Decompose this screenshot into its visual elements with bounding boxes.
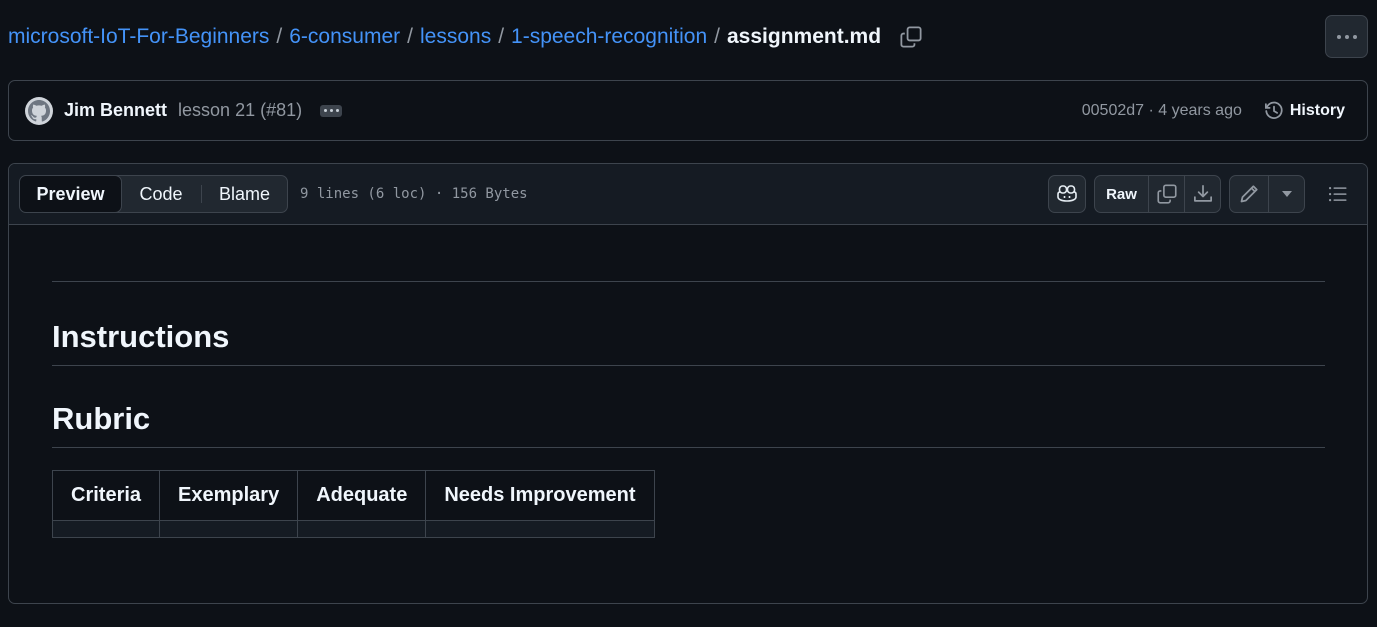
download-icon	[1193, 185, 1212, 202]
expand-commit-message-button[interactable]	[320, 104, 343, 117]
table-header-criteria: Criteria	[51, 470, 161, 521]
table-row	[51, 520, 655, 538]
copilot-button[interactable]	[1048, 175, 1086, 213]
commit-author[interactable]: Jim Bennett	[64, 100, 167, 121]
commit-details: 00502d7 · 4 years ago History	[1082, 101, 1351, 121]
breadcrumb-separator: /	[276, 25, 283, 48]
breadcrumb-current-file: assignment.md	[727, 25, 882, 48]
copy-icon	[1156, 184, 1177, 204]
github-avatar-icon	[28, 99, 50, 121]
pencil-icon	[1240, 185, 1258, 203]
copilot-icon	[1057, 185, 1077, 202]
table-header-needs-improvement: Needs Improvement	[425, 470, 655, 521]
breadcrumb-separator: /	[714, 25, 720, 48]
breadcrumb-separator: /	[498, 25, 505, 48]
table-cell	[425, 520, 655, 538]
table-cell	[51, 520, 161, 538]
file-actions: Raw	[1048, 175, 1357, 213]
edit-file-button[interactable]	[1230, 176, 1268, 212]
breadcrumb-folder-6-consumer[interactable]: 6-consumer	[289, 25, 400, 49]
view-mode-segmented-control: Preview Code Blame	[19, 175, 288, 213]
triangle-down-icon	[1281, 191, 1292, 197]
ellipsis-dot	[335, 109, 339, 112]
outline-toggle-button[interactable]	[1319, 175, 1357, 213]
heading-rubric: Rubric	[52, 366, 1325, 448]
tab-preview[interactable]: Preview	[20, 176, 122, 212]
kebab-horizontal-icon	[1336, 34, 1357, 39]
table-cell	[297, 520, 427, 538]
copy-path-button[interactable]	[899, 25, 923, 49]
file-viewer: Preview Code Blame 9 lines (6 loc) · 156…	[8, 163, 1368, 604]
raw-copy-download-group: Raw	[1094, 175, 1221, 213]
copy-raw-button[interactable]	[1148, 176, 1184, 212]
tab-code[interactable]: Code	[121, 176, 201, 212]
more-options-button[interactable]	[1325, 15, 1368, 58]
history-icon	[1264, 101, 1283, 119]
file-info: 9 lines (6 loc) · 156 Bytes	[300, 186, 528, 202]
breadcrumb-folder-speech-recognition[interactable]: 1-speech-recognition	[511, 25, 707, 49]
edit-dropdown-button[interactable]	[1268, 176, 1304, 212]
markdown-body: Instructions Rubric Criteria Exemplary A…	[51, 226, 1325, 538]
ellipsis-dot	[329, 109, 333, 112]
heading-instructions: Instructions	[52, 282, 1325, 366]
download-button[interactable]	[1184, 176, 1220, 212]
breadcrumb: microsoft-IoT-For-Beginners / 6-consumer…	[8, 22, 923, 52]
commit-message[interactable]: lesson 21 (#81)	[178, 100, 302, 121]
table-cell	[159, 520, 299, 538]
raw-label: Raw	[1106, 185, 1137, 203]
rubric-table: Criteria Exemplary Adequate Needs Improv…	[51, 470, 655, 538]
latest-commit-bar: Jim Bennett lesson 21 (#81) 00502d7 · 4 …	[8, 80, 1368, 141]
list-unordered-icon	[1329, 187, 1347, 202]
commit-sha-and-time[interactable]: 00502d7 · 4 years ago	[1082, 102, 1242, 120]
table-header-row: Criteria Exemplary Adequate Needs Improv…	[51, 470, 655, 521]
history-label: History	[1289, 101, 1345, 119]
history-button[interactable]: History	[1264, 101, 1351, 121]
edit-group	[1229, 175, 1305, 213]
table-header-exemplary: Exemplary	[159, 470, 299, 521]
ellipsis-dot	[323, 109, 327, 112]
table-header-adequate: Adequate	[297, 470, 427, 521]
file-header: Preview Code Blame 9 lines (6 loc) · 156…	[9, 164, 1367, 225]
breadcrumb-separator: /	[407, 25, 413, 48]
tab-blame[interactable]: Blame	[202, 176, 287, 212]
breadcrumb-folder-lessons[interactable]: lessons	[420, 25, 491, 49]
breadcrumb-repo-link[interactable]: microsoft-IoT-For-Beginners	[8, 25, 269, 49]
avatar[interactable]	[25, 96, 53, 125]
raw-button[interactable]: Raw	[1095, 176, 1148, 212]
copy-icon	[900, 26, 922, 48]
